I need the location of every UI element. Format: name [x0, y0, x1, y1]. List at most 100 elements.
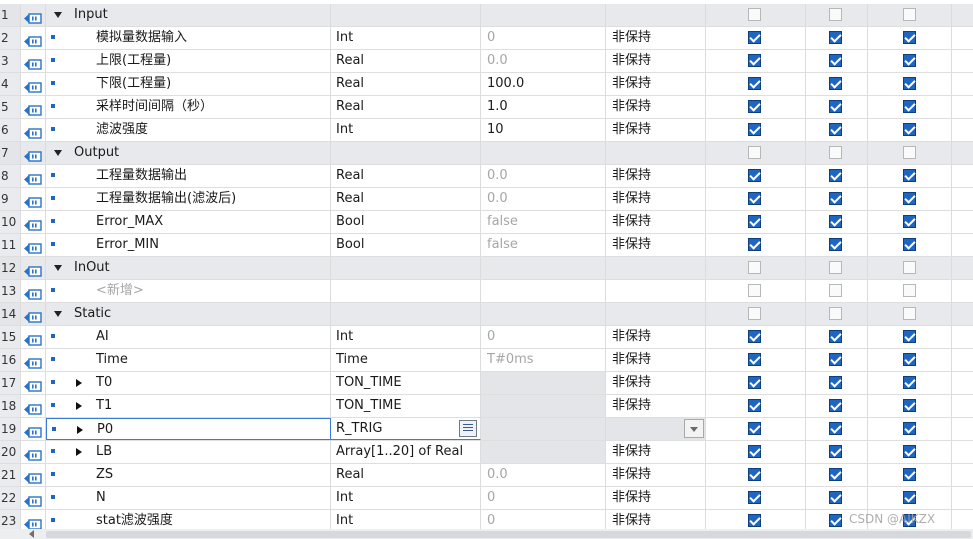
- table-row[interactable]: 15 AI Int 0 非保持: [0, 326, 973, 349]
- table-row[interactable]: 11 Error_MIN Bool false 非保持: [0, 234, 973, 257]
- checkbox[interactable]: [903, 54, 916, 67]
- checkbox[interactable]: [829, 192, 842, 205]
- retain-cell[interactable]: [606, 418, 706, 440]
- data-type-cell[interactable]: Real: [331, 50, 481, 72]
- name-cell[interactable]: Output: [46, 142, 331, 164]
- checkbox[interactable]: [829, 100, 842, 113]
- retain-cell[interactable]: 非保持: [606, 487, 706, 509]
- expand-toggle-icon[interactable]: [76, 402, 82, 410]
- name-cell[interactable]: 上限(工程量): [46, 50, 331, 72]
- checkbox[interactable]: [829, 376, 842, 389]
- checkbox[interactable]: [748, 330, 761, 343]
- table-row[interactable]: 5 采样时间间隔（秒） Real 1.0 非保持: [0, 96, 973, 119]
- checkbox[interactable]: [903, 445, 916, 458]
- default-value-cell[interactable]: 0.0: [481, 464, 606, 486]
- checkbox[interactable]: [903, 238, 916, 251]
- checkbox[interactable]: [748, 445, 761, 458]
- checkbox[interactable]: [829, 353, 842, 366]
- data-type-cell[interactable]: TON_TIME: [331, 395, 481, 417]
- retain-cell[interactable]: 非保持: [606, 27, 706, 49]
- checkbox[interactable]: [903, 31, 916, 44]
- checkbox[interactable]: [829, 31, 842, 44]
- default-value-cell[interactable]: false: [481, 234, 606, 256]
- retain-cell[interactable]: 非保持: [606, 372, 706, 394]
- data-type-cell[interactable]: Int: [331, 326, 481, 348]
- table-row[interactable]: 10 Error_MAX Bool false 非保持: [0, 211, 973, 234]
- checkbox[interactable]: [748, 376, 761, 389]
- data-type-cell[interactable]: Real: [331, 96, 481, 118]
- expand-toggle-icon[interactable]: [76, 448, 82, 456]
- checkbox[interactable]: [829, 169, 842, 182]
- data-type-cell[interactable]: Int: [331, 27, 481, 49]
- checkbox[interactable]: [829, 445, 842, 458]
- retain-cell[interactable]: [606, 4, 706, 26]
- default-value-cell[interactable]: [481, 303, 606, 325]
- checkbox[interactable]: [748, 77, 761, 90]
- retain-cell[interactable]: 非保持: [606, 165, 706, 187]
- retain-cell[interactable]: 非保持: [606, 211, 706, 233]
- default-value-cell[interactable]: [481, 418, 606, 440]
- checkbox[interactable]: [748, 468, 761, 481]
- expand-toggle-icon[interactable]: [77, 426, 83, 434]
- data-type-cell[interactable]: Time: [331, 349, 481, 371]
- checkbox[interactable]: [829, 307, 842, 320]
- checkbox[interactable]: [903, 330, 916, 343]
- retain-cell[interactable]: 非保持: [606, 96, 706, 118]
- name-cell[interactable]: 滤波强度: [46, 119, 331, 141]
- checkbox[interactable]: [748, 215, 761, 228]
- checkbox[interactable]: [903, 146, 916, 159]
- type-picker-button[interactable]: [459, 420, 477, 437]
- retain-cell[interactable]: 非保持: [606, 395, 706, 417]
- scrollbar-thumb[interactable]: [46, 531, 971, 538]
- default-value-cell[interactable]: 0: [481, 27, 606, 49]
- checkbox[interactable]: [748, 8, 761, 21]
- checkbox[interactable]: [903, 8, 916, 21]
- data-type-cell[interactable]: Bool: [331, 211, 481, 233]
- checkbox[interactable]: [903, 307, 916, 320]
- checkbox[interactable]: [829, 54, 842, 67]
- data-type-cell[interactable]: [331, 303, 481, 325]
- default-value-cell[interactable]: 0: [481, 487, 606, 509]
- checkbox[interactable]: [903, 169, 916, 182]
- checkbox[interactable]: [748, 54, 761, 67]
- table-row[interactable]: 9 工程量数据输出(滤波后) Real 0.0 非保持: [0, 188, 973, 211]
- checkbox[interactable]: [748, 399, 761, 412]
- checkbox[interactable]: [748, 491, 761, 504]
- table-row[interactable]: 22 N Int 0 非保持: [0, 487, 973, 510]
- retain-cell[interactable]: [606, 303, 706, 325]
- retain-cell[interactable]: [606, 280, 706, 302]
- name-cell[interactable]: Error_MIN: [46, 234, 331, 256]
- retain-cell[interactable]: [606, 257, 706, 279]
- retain-cell[interactable]: 非保持: [606, 349, 706, 371]
- expand-toggle-icon[interactable]: [76, 379, 82, 387]
- collapse-toggle-icon[interactable]: [54, 150, 62, 156]
- checkbox[interactable]: [748, 146, 761, 159]
- checkbox[interactable]: [748, 261, 761, 274]
- checkbox[interactable]: [829, 422, 842, 435]
- name-cell[interactable]: 采样时间间隔（秒）: [46, 96, 331, 118]
- table-row[interactable]: 18 T1 TON_TIME 非保持: [0, 395, 973, 418]
- default-value-cell[interactable]: 10: [481, 119, 606, 141]
- scroll-left-arrow-icon[interactable]: [29, 530, 34, 538]
- retain-cell[interactable]: 非保持: [606, 234, 706, 256]
- data-type-cell[interactable]: Int: [331, 119, 481, 141]
- default-value-cell[interactable]: [481, 4, 606, 26]
- table-row[interactable]: 13 <新增>: [0, 280, 973, 303]
- checkbox[interactable]: [903, 399, 916, 412]
- table-row[interactable]: 4 下限(工程量) Real 100.0 非保持: [0, 73, 973, 96]
- name-cell[interactable]: Time: [46, 349, 331, 371]
- checkbox[interactable]: [748, 514, 761, 527]
- table-row[interactable]: 3 上限(工程量) Real 0.0 非保持: [0, 50, 973, 73]
- default-value-cell[interactable]: [481, 257, 606, 279]
- data-type-cell[interactable]: Bool: [331, 234, 481, 256]
- name-cell[interactable]: <新增>: [46, 280, 331, 302]
- checkbox[interactable]: [748, 192, 761, 205]
- retain-cell[interactable]: 非保持: [606, 73, 706, 95]
- checkbox[interactable]: [829, 123, 842, 136]
- table-row[interactable]: 8 工程量数据输出 Real 0.0 非保持: [0, 165, 973, 188]
- checkbox[interactable]: [748, 238, 761, 251]
- retain-dropdown-button[interactable]: [684, 419, 704, 438]
- checkbox[interactable]: [829, 238, 842, 251]
- name-cell[interactable]: Error_MAX: [46, 211, 331, 233]
- checkbox[interactable]: [903, 261, 916, 274]
